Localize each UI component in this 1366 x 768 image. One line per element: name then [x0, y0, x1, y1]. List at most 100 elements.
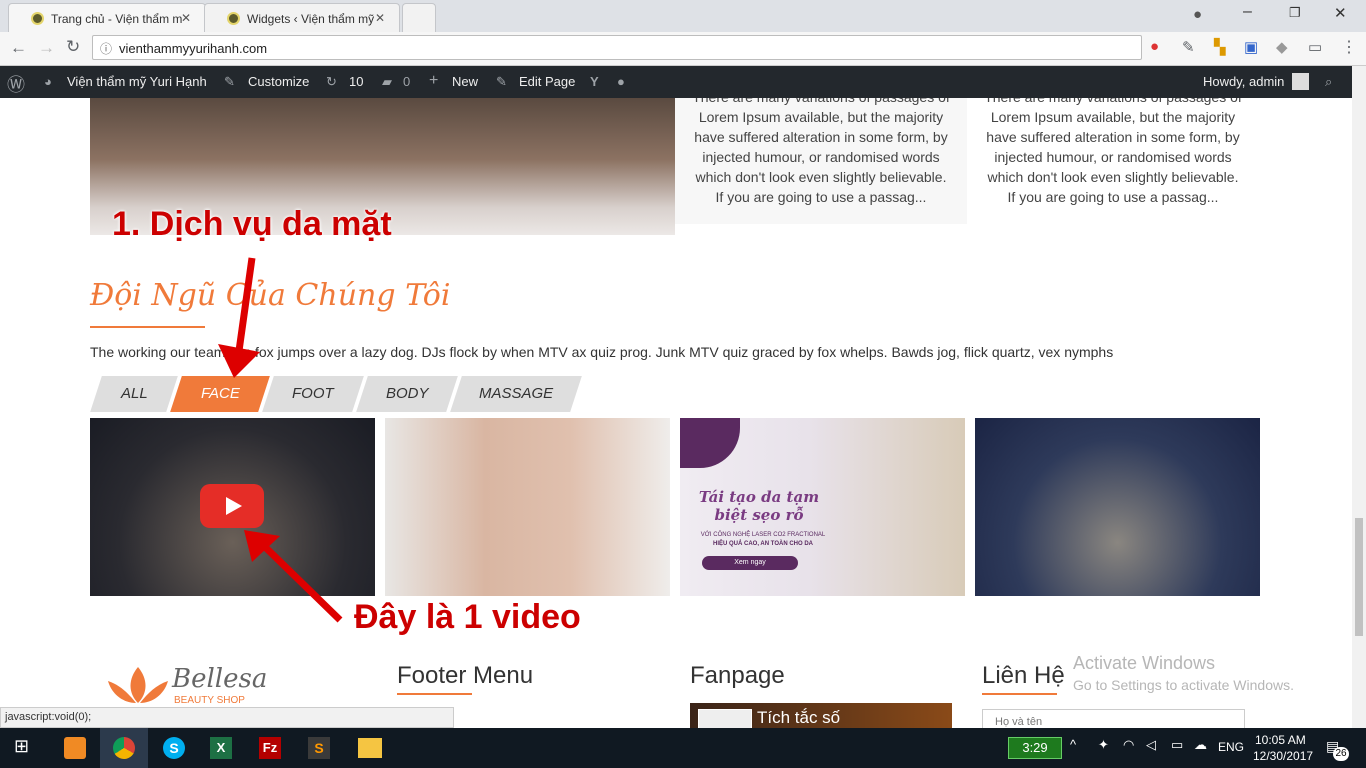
- annotation-video: Đây là 1 video: [354, 598, 581, 636]
- extension-icon[interactable]: ▣: [1244, 38, 1258, 56]
- filter-all[interactable]: ALL: [90, 376, 178, 412]
- activate-windows-title: Activate Windows: [1073, 653, 1216, 673]
- extension-icon[interactable]: ●: [1150, 38, 1159, 55]
- volume-icon[interactable]: ◁: [1146, 737, 1156, 753]
- restore-icon[interactable]: ❐: [1289, 5, 1301, 21]
- dropbox-icon[interactable]: ✦: [1098, 737, 1109, 753]
- clock-date[interactable]: 12/30/2017: [1253, 749, 1313, 763]
- contact-underline: [982, 693, 1057, 695]
- extension-icon[interactable]: ◆: [1276, 38, 1288, 56]
- promo-logo: [680, 418, 740, 468]
- excel-icon[interactable]: X: [210, 737, 232, 759]
- file-explorer-icon[interactable]: [358, 738, 382, 758]
- promo-subtitle-2: HIỆU QUẢ CAO, AN TOÀN CHO DA: [712, 541, 813, 547]
- language-indicator[interactable]: ENG: [1218, 740, 1244, 754]
- windows-start-icon[interactable]: ⊞: [14, 736, 29, 757]
- avatar[interactable]: [1292, 73, 1309, 90]
- snowman-image[interactable]: [975, 418, 1260, 596]
- close-tab-icon[interactable]: ✕: [375, 11, 385, 25]
- face-skin-image[interactable]: [385, 418, 670, 596]
- promo-image[interactable]: Tái tạo da tạm biệt sẹo rỗ VỚI CÔNG NGHỆ…: [680, 418, 965, 596]
- tab-widgets[interactable]: Widgets ‹ Viện thẩm mỹ ✕: [204, 3, 400, 32]
- profile-icon[interactable]: ●: [1193, 6, 1202, 23]
- wp-admin-bar: Ⓦ ◕ Viện thẩm mỹ Yuri Hạnh ✎ Customize ↻…: [0, 66, 1352, 98]
- clock-time[interactable]: 10:05 AM: [1255, 733, 1306, 747]
- battery-icon[interactable]: ▭: [1171, 737, 1183, 753]
- name-input[interactable]: Họ và tên: [982, 709, 1245, 728]
- page-scrollbar[interactable]: [1352, 66, 1366, 728]
- forward-icon[interactable]: →: [38, 38, 55, 58]
- site-name-link[interactable]: Viện thẩm mỹ Yuri Hạnh: [67, 74, 207, 89]
- menu-icon[interactable]: ⋮: [1341, 37, 1357, 57]
- eyedropper-icon[interactable]: ✎: [1182, 38, 1195, 56]
- footer-menu-title: Footer Menu: [397, 662, 534, 689]
- windows-taskbar: ⊞ S X Fz S 3:29 ^ ✦ ◠ ◁ ▭ ☁ ENG 10:05 AM…: [0, 728, 1366, 768]
- fanpage-widget[interactable]: Tích tắc số: [690, 703, 952, 728]
- search-icon[interactable]: ⌕: [1325, 74, 1332, 90]
- title-underline: [90, 326, 205, 328]
- promo-subtitle: VỚI CÔNG NGHỆ LASER CO2 FRACTIONAL: [700, 532, 826, 538]
- wordpress-logo-icon[interactable]: Ⓦ: [7, 71, 25, 97]
- footer-logo-text: Bellesa: [172, 664, 268, 694]
- comments-icon: ▰: [382, 74, 392, 89]
- fanpage-post-title: Tích tắc số: [757, 708, 841, 727]
- notification-badge: 26: [1333, 747, 1349, 761]
- brush-icon: ✎: [224, 74, 235, 89]
- contact-title: Liên Hệ: [982, 662, 1065, 689]
- plus-icon: +: [429, 72, 439, 89]
- site-favicon-icon: [31, 12, 44, 25]
- annotation-face-service: 1. Dịch vụ da mặt: [112, 205, 392, 243]
- dashboard-icon: ◕: [44, 74, 52, 89]
- filter-face[interactable]: FACE: [170, 376, 270, 412]
- cloud-icon[interactable]: ☁: [1194, 737, 1207, 753]
- howdy-link[interactable]: Howdy, admin: [1203, 74, 1284, 89]
- site-favicon-icon: [227, 12, 240, 25]
- arrow-annotation-icon: [244, 530, 343, 623]
- extension-icon[interactable]: ▚: [1214, 38, 1226, 56]
- footer-menu-underline: [397, 693, 472, 695]
- filter-body[interactable]: BODY: [356, 376, 458, 412]
- new-tab-button[interactable]: [402, 3, 436, 32]
- back-icon[interactable]: ←: [10, 38, 27, 58]
- filter-massage[interactable]: MASSAGE: [450, 376, 582, 412]
- comments-count[interactable]: 0: [403, 74, 410, 89]
- info-icon[interactable]: ⓘ: [100, 40, 112, 57]
- arrow-annotation-icon: [218, 257, 260, 378]
- close-window-icon[interactable]: ✕: [1334, 4, 1347, 22]
- youtube-play-button[interactable]: [200, 484, 264, 528]
- updates-icon: ↻: [326, 74, 337, 89]
- skype-icon[interactable]: S: [163, 737, 185, 759]
- scrollbar-thumb[interactable]: [1355, 518, 1363, 636]
- tab-home[interactable]: Trang chủ - Viện thẩm m ✕: [8, 3, 206, 32]
- service-text-right: There are many variations of passages of…: [984, 98, 1242, 205]
- browser-tab-strip: Trang chủ - Viện thẩm m ✕ Widgets ‹ Viện…: [0, 0, 1366, 32]
- status-bar: javascript:void(0);: [0, 707, 454, 728]
- status-dot-icon: ●: [617, 74, 625, 89]
- filter-foot[interactable]: FOOT: [262, 376, 364, 412]
- fanpage-avatar: [698, 709, 752, 728]
- wifi-icon[interactable]: ◠: [1123, 737, 1134, 753]
- activate-windows-subtitle: Go to Settings to activate Windows.: [1073, 677, 1294, 693]
- timer-widget[interactable]: 3:29: [1008, 737, 1062, 759]
- yoast-icon[interactable]: Y: [590, 74, 599, 89]
- xampp-icon[interactable]: [64, 737, 86, 759]
- page-content: There are many variations of passages of…: [0, 98, 1352, 728]
- tray-expand-icon[interactable]: ^: [1070, 737, 1076, 752]
- filezilla-icon[interactable]: Fz: [259, 737, 281, 759]
- service-text-left: There are many variations of passages of…: [675, 98, 967, 224]
- updates-count[interactable]: 10: [349, 74, 363, 89]
- pencil-icon: ✎: [496, 74, 507, 89]
- cast-icon[interactable]: ▭: [1308, 38, 1322, 56]
- promo-cta-button[interactable]: Xem ngay: [702, 556, 798, 570]
- minimize-icon[interactable]: –: [1243, 3, 1252, 21]
- edit-page-link[interactable]: Edit Page: [519, 74, 575, 89]
- chrome-icon: [113, 737, 135, 759]
- reload-icon[interactable]: ↻: [66, 37, 80, 57]
- fanpage-title: Fanpage: [690, 662, 785, 689]
- footer-logo-subtitle: BEAUTY SHOP: [174, 695, 245, 706]
- sublime-icon[interactable]: S: [308, 737, 330, 759]
- customize-link[interactable]: Customize: [248, 74, 309, 89]
- address-bar[interactable]: ⓘ vienthammyyurihanh.com: [92, 35, 1142, 60]
- close-tab-icon[interactable]: ✕: [181, 11, 191, 25]
- new-link[interactable]: New: [452, 74, 478, 89]
